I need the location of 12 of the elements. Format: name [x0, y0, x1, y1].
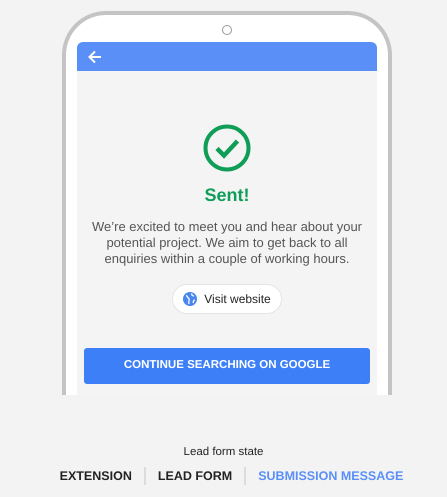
state-tab[interactable]: EXTENSION [60, 467, 132, 486]
camera-icon [222, 25, 232, 35]
state-picker-label: Lead form state [182, 445, 264, 459]
status-title: Sent! [204, 184, 250, 206]
continue-searching-button[interactable]: CONTINUE SEARCHING ON GOOGLE [84, 348, 370, 384]
state-tab[interactable]: LEAD FORM [158, 467, 232, 486]
status-message: We’re excited to meet you and hear about your potential project. We aim to get back to all enquiries within a couple of working hours. [90, 219, 364, 267]
visit-website-button[interactable]: Visit website [172, 284, 282, 314]
back-arrow-icon [87, 48, 103, 64]
back-button[interactable] [87, 48, 103, 64]
check-circle-icon [203, 124, 251, 172]
globe-icon [183, 292, 198, 306]
